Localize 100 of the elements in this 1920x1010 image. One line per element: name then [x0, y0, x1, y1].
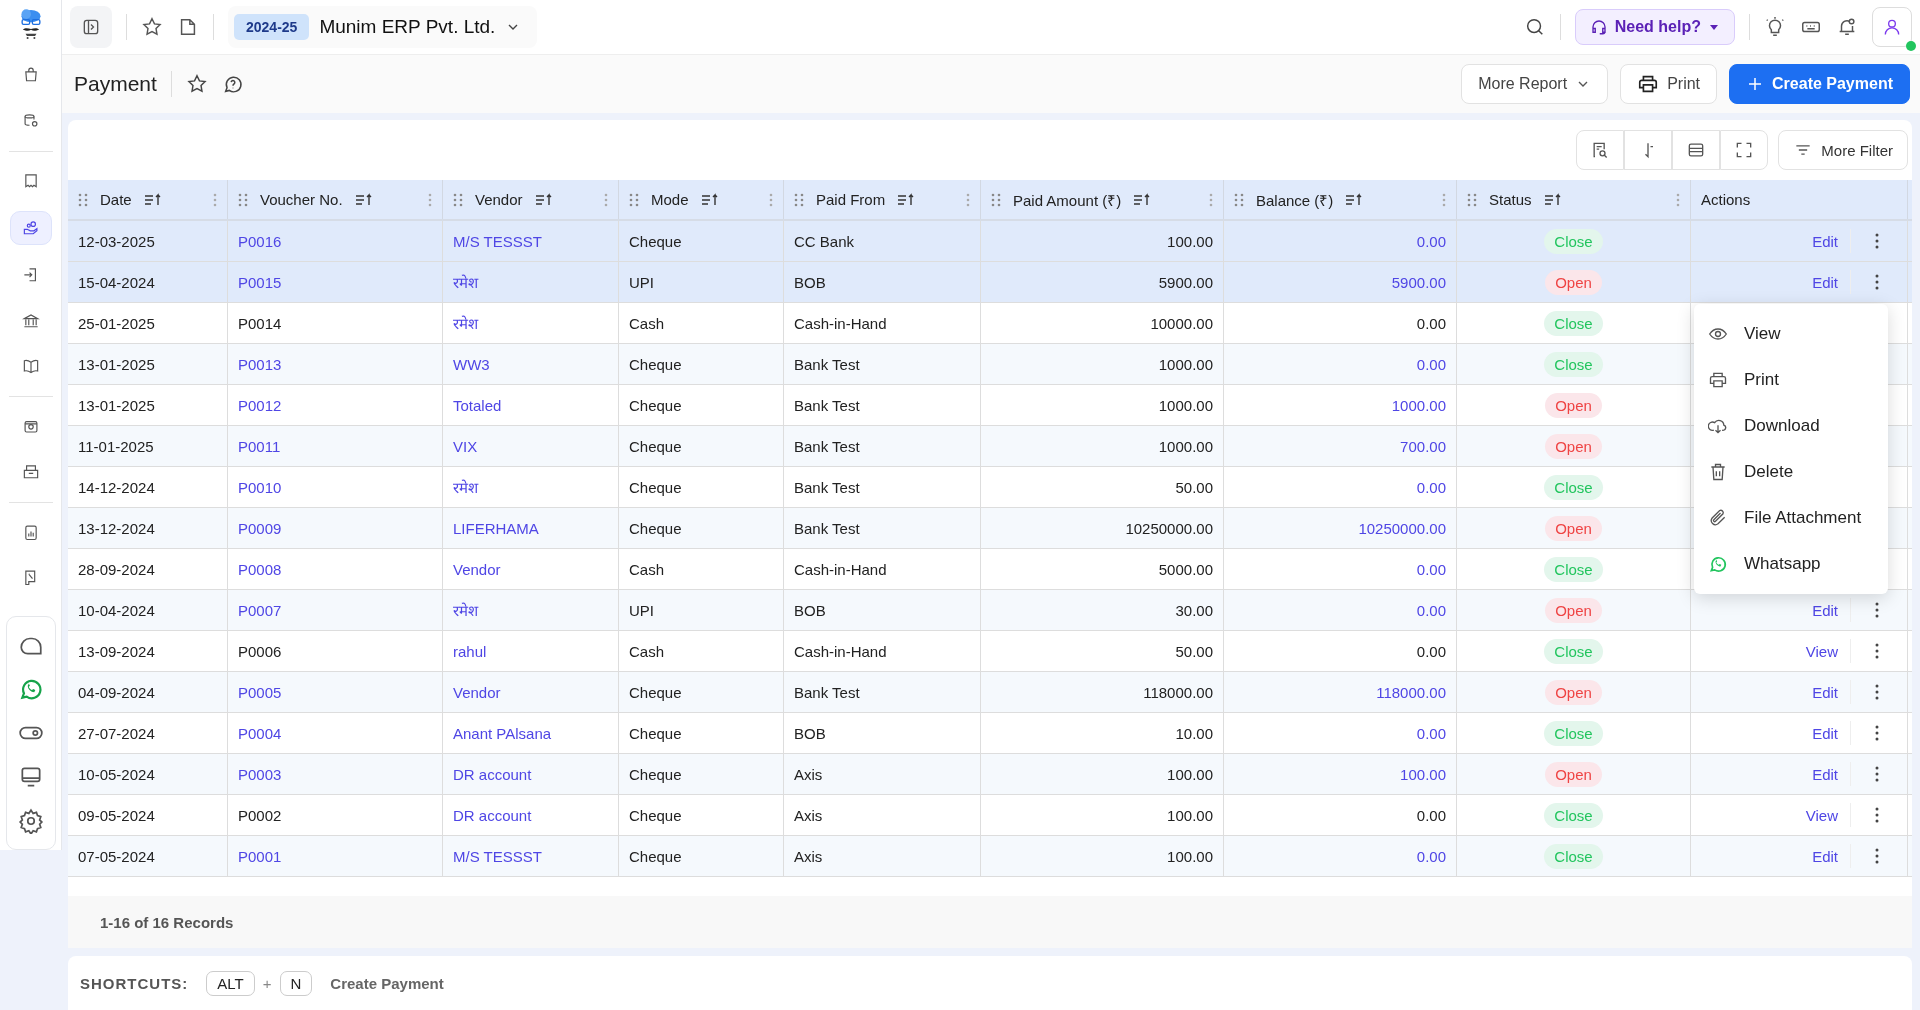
column-header[interactable]: Date	[68, 180, 228, 219]
search-report-button[interactable]	[1576, 130, 1625, 170]
voucher-link[interactable]: P0012	[238, 396, 282, 414]
drag-handle-icon[interactable]	[991, 192, 1001, 207]
menu-item[interactable]: Print	[1694, 357, 1888, 403]
vendor-link[interactable]: रमेश	[453, 272, 478, 292]
voucher-link[interactable]: P0013	[238, 355, 282, 373]
vendor-link[interactable]: Totaled	[453, 396, 502, 414]
more-options-icon[interactable]	[1875, 233, 1879, 249]
vendor-link[interactable]: M/S TESSST	[453, 232, 542, 250]
more-options-icon[interactable]	[1875, 725, 1879, 741]
vendor-link[interactable]: LIFERHAMA	[453, 519, 539, 537]
action-link[interactable]: Edit	[1812, 765, 1850, 783]
vendor-link[interactable]: रमेश	[453, 313, 478, 333]
sort-icon[interactable]	[143, 192, 162, 207]
print-button[interactable]: Print	[1620, 64, 1718, 104]
menu-item[interactable]: File Attachment	[1694, 495, 1888, 541]
action-link[interactable]: Edit	[1812, 273, 1850, 291]
more-options-icon[interactable]	[1875, 807, 1879, 823]
need-help-button[interactable]: Need help?	[1574, 9, 1735, 45]
voucher-link[interactable]: P0016	[238, 232, 282, 250]
drag-handle-icon[interactable]	[1234, 192, 1244, 207]
voucher-link[interactable]: P0009	[238, 519, 282, 537]
voucher-link[interactable]: P0008	[238, 560, 282, 578]
column-header[interactable]: Balance (₹)	[1224, 180, 1457, 219]
column-header[interactable]: Paid From	[784, 180, 981, 219]
balance-cell[interactable]: 700.00	[1400, 437, 1446, 455]
voucher-link[interactable]: P0010	[238, 478, 282, 496]
create-payment-button[interactable]: Create Payment	[1729, 64, 1910, 104]
vendor-link[interactable]: Vendor	[453, 560, 501, 578]
action-link[interactable]: Edit	[1812, 683, 1850, 701]
balance-cell[interactable]: 0.00	[1416, 847, 1446, 865]
drag-handle-icon[interactable]	[238, 192, 248, 207]
more-options-icon[interactable]	[1875, 684, 1879, 700]
drag-handle-icon[interactable]	[1467, 192, 1477, 207]
voucher-link[interactable]: P0007	[238, 601, 282, 619]
sidebar-icon[interactable]	[9, 211, 52, 245]
balance-cell[interactable]: 0.00	[1416, 601, 1446, 619]
action-link[interactable]: View	[1805, 642, 1850, 660]
density-button[interactable]	[1672, 130, 1721, 170]
menu-item[interactable]: Delete	[1694, 449, 1888, 495]
vendor-link[interactable]: रमेश	[453, 600, 478, 620]
voucher-link[interactable]: P0005	[238, 683, 282, 701]
voucher-link[interactable]: P0004	[238, 724, 282, 742]
voucher-link[interactable]: P0011	[238, 437, 281, 455]
drag-handle-icon[interactable]	[794, 192, 804, 207]
sort-icon[interactable]	[534, 192, 553, 207]
more-filter-button[interactable]: More Filter	[1778, 130, 1908, 170]
more-options-icon[interactable]	[1875, 848, 1879, 864]
drag-handle-icon[interactable]	[78, 192, 88, 207]
balance-cell[interactable]: 0.00	[1416, 724, 1446, 742]
more-options-icon[interactable]	[1875, 766, 1879, 782]
balance-cell[interactable]: 1000.00	[1391, 396, 1446, 414]
action-link[interactable]: Edit	[1812, 847, 1850, 865]
column-header[interactable]: Vendor	[443, 180, 619, 219]
sort-icon[interactable]	[1345, 192, 1364, 207]
voucher-link[interactable]: P0015	[238, 273, 282, 291]
balance-cell[interactable]: 0.00	[1416, 232, 1446, 250]
action-link[interactable]: Edit	[1812, 232, 1850, 250]
drag-handle-icon[interactable]	[629, 192, 639, 207]
action-link[interactable]: Edit	[1812, 724, 1850, 742]
more-options-icon[interactable]	[1875, 274, 1879, 290]
balance-cell[interactable]: 100.00	[1400, 765, 1446, 783]
more-options-icon[interactable]	[1875, 643, 1879, 659]
balance-cell[interactable]: 118000.00	[1376, 683, 1446, 701]
column-header[interactable]: Voucher No.	[228, 180, 443, 219]
vendor-link[interactable]: DR account	[453, 765, 532, 783]
voucher-link[interactable]: P0001	[238, 847, 282, 865]
voucher-link[interactable]: P0003	[238, 765, 282, 783]
lightbulb-icon[interactable]	[1764, 16, 1786, 38]
vendor-link[interactable]: VIX	[453, 437, 478, 455]
sort-icon[interactable]	[354, 192, 373, 207]
balance-cell[interactable]: 0.00	[1416, 478, 1446, 496]
balance-cell[interactable]: 0.00	[1416, 560, 1446, 578]
sort-icon[interactable]	[897, 192, 916, 207]
star-icon[interactable]	[141, 16, 163, 38]
vendor-link[interactable]: rahul	[453, 642, 487, 660]
balance-cell[interactable]: 10250000.00	[1358, 519, 1446, 537]
column-header[interactable]: Mode	[619, 180, 784, 219]
vendor-link[interactable]: WW3	[453, 355, 490, 373]
action-link[interactable]: View	[1805, 806, 1850, 824]
vendor-link[interactable]: DR account	[453, 806, 532, 824]
more-options-icon[interactable]	[1875, 602, 1879, 618]
vendor-link[interactable]: रमेश	[453, 477, 478, 497]
action-link[interactable]: Edit	[1812, 601, 1850, 619]
menu-item[interactable]: View	[1694, 311, 1888, 357]
sort-icon[interactable]	[700, 192, 719, 207]
menu-item[interactable]: Whatsapp	[1694, 541, 1888, 587]
column-header[interactable]: Paid Amount (₹)	[981, 180, 1224, 219]
vendor-link[interactable]: Vendor	[453, 683, 501, 701]
star-icon[interactable]	[185, 73, 208, 95]
column-header[interactable]: Status	[1457, 180, 1691, 219]
menu-item[interactable]: Download	[1694, 403, 1888, 449]
sort-icon[interactable]	[1133, 192, 1152, 207]
sidebar-toggle-button[interactable]	[70, 6, 112, 48]
vendor-link[interactable]: M/S TESSST	[453, 847, 542, 865]
more-report-dropdown[interactable]: More Report	[1461, 64, 1609, 104]
vendor-link[interactable]: Anant PAlsana	[453, 724, 552, 742]
company-selector[interactable]: 2024-25 Munim ERP Pvt. Ltd.	[228, 6, 538, 48]
drag-handle-icon[interactable]	[453, 192, 463, 207]
